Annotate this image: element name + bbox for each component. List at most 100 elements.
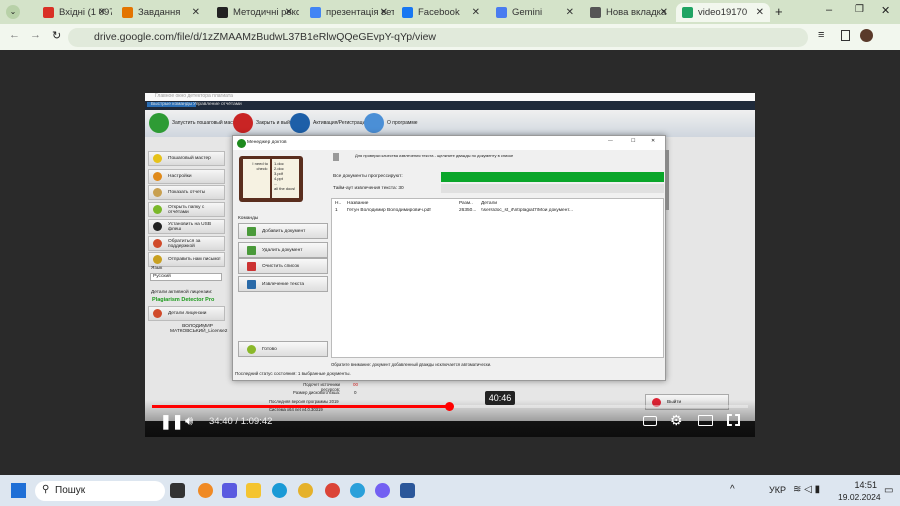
minimize-button[interactable]: –: [826, 4, 832, 16]
app-title: Главное окно детектора плагиата: [145, 93, 755, 101]
sidebar-button[interactable]: Открыть папку с отчётами: [148, 202, 225, 217]
start-icon[interactable]: [11, 483, 26, 498]
browser-tab[interactable]: Методичні реко ✕: [211, 3, 299, 22]
word-icon[interactable]: [400, 483, 415, 498]
fullscreen-icon[interactable]: [727, 414, 740, 426]
tab-close-icon[interactable]: ✕: [192, 7, 200, 18]
document-list[interactable]: Н.. Название Разм.. Детали 1 Гетун Володимир…: [331, 198, 664, 358]
column-header[interactable]: Н..: [332, 201, 344, 206]
chrome-icon[interactable]: [298, 483, 313, 498]
close-exit-button[interactable]: Закрыть и выйти: [233, 113, 295, 133]
command-button[interactable]: Очистить список: [238, 258, 328, 274]
profile-avatar[interactable]: [860, 29, 873, 42]
browser-tab[interactable]: Нова вкладка ✕: [584, 3, 674, 22]
tab-list-button[interactable]: ⌄: [6, 5, 20, 19]
dialog-title: Менеджер доктов: [247, 140, 287, 145]
table-row[interactable]: 1 Гетун Володимир Володимирович.pdf 26350.…: [332, 208, 663, 213]
browser-tab[interactable]: Gemini ✕: [490, 3, 580, 22]
tray-chevron-icon[interactable]: ^: [730, 484, 735, 495]
volume-icon[interactable]: 🔊︎: [185, 413, 193, 429]
table-cell: \\sers\doc_st_if\nt\plagiat7\Мои докумен…: [481, 208, 574, 213]
app-icon-1[interactable]: [198, 483, 213, 498]
browser-tab[interactable]: Facebook ✕: [396, 3, 486, 22]
edge-icon[interactable]: [272, 483, 287, 498]
clock-time[interactable]: 14:51: [843, 480, 877, 490]
language-label: Язык: [151, 266, 163, 271]
command-button[interactable]: Извлечение текста: [238, 276, 328, 292]
dialog-maximize[interactable]: ☐: [631, 139, 635, 144]
menu-quick-commands[interactable]: Быстрые команды: [147, 102, 196, 107]
seek-tooltip: 40:46: [485, 391, 515, 405]
start-icon: [149, 113, 169, 133]
column-header[interactable]: Разм..: [456, 201, 478, 206]
cache-label: Размер дискового кэша:: [293, 390, 340, 395]
viber-icon[interactable]: [375, 483, 390, 498]
wifi-volume-battery-icons[interactable]: ≋ ◁ ▮: [793, 484, 820, 495]
command-button[interactable]: Добавить документ: [238, 223, 328, 239]
dialog-minimize[interactable]: —: [608, 139, 613, 144]
back-icon[interactable]: ←: [9, 29, 20, 41]
status-bar: Последний статус состояния: 1 выбранные …: [235, 371, 351, 376]
license-details-button[interactable]: Детали лицензии: [148, 306, 225, 321]
close-window-button[interactable]: ✕: [881, 4, 890, 17]
tab-close-icon[interactable]: ✕: [660, 7, 668, 18]
tab-close-icon[interactable]: ✕: [98, 7, 106, 18]
miniplayer-icon[interactable]: [698, 415, 713, 426]
seek-handle[interactable]: [444, 402, 454, 411]
forward-icon[interactable]: →: [30, 29, 41, 41]
sidebar-button[interactable]: Обратиться за поддержкой: [148, 236, 225, 251]
tab-favicon-icon: [402, 7, 413, 18]
sidebar-button[interactable]: Установить на USB флеш: [148, 219, 225, 234]
pause-icon[interactable]: ❚❚: [160, 413, 183, 430]
telegram-icon[interactable]: [350, 483, 365, 498]
address-bar[interactable]: drive.google.com/file/d/1zZMAAMzBudwL37B…: [68, 28, 808, 47]
teams-icon[interactable]: [222, 483, 237, 498]
notifications-icon[interactable]: ▭: [884, 485, 893, 496]
browser-tab[interactable]: video19170 ✕: [676, 3, 770, 22]
media-controls-icon[interactable]: ≡: [818, 29, 824, 41]
column-header[interactable]: Название: [344, 201, 456, 206]
chrome-profile-icon[interactable]: [325, 483, 340, 498]
browser-tab[interactable]: презентація вет ✕: [304, 3, 394, 22]
video-player[interactable]: Главное окно детектора плагиата Быстрые …: [145, 93, 755, 437]
browser-tab[interactable]: Вхідні (1 097) - і✕: [37, 3, 112, 22]
reload-icon[interactable]: ↻: [52, 29, 61, 42]
tab-close-icon[interactable]: ✕: [756, 7, 764, 18]
tab-favicon-icon: [590, 7, 601, 18]
about-button[interactable]: О программе: [364, 113, 418, 133]
menu-reports[interactable]: Управление отчётами: [193, 102, 242, 107]
book-line: all the docs!: [274, 186, 296, 191]
sidebar-button[interactable]: Настройки: [148, 169, 225, 184]
search-box[interactable]: ⚲ Пошук: [35, 481, 165, 501]
subtitles-icon[interactable]: [643, 416, 657, 426]
side-panel-icon[interactable]: [841, 30, 850, 41]
settings-icon[interactable]: ⚙: [670, 412, 683, 429]
sidebar-icon: [153, 222, 162, 231]
activation-button[interactable]: Активация/Регистрация: [290, 113, 368, 133]
new-tab-button[interactable]: +: [775, 4, 783, 19]
sidebar-icon: [153, 172, 162, 181]
sidebar-button[interactable]: Пошаговый мастер: [148, 151, 225, 166]
stop-icon: [233, 113, 253, 133]
sidebar-button[interactable]: Показать отчеты: [148, 185, 225, 200]
file-explorer-icon[interactable]: [246, 483, 261, 498]
command-button[interactable]: Удалить документ: [238, 242, 328, 258]
restore-button[interactable]: ❐: [855, 4, 864, 15]
start-wizard-button[interactable]: Запустить пошаговый мастер: [149, 113, 241, 133]
ready-button[interactable]: Готово: [238, 341, 328, 357]
clock-date[interactable]: 19.02.2024: [838, 492, 881, 502]
table-cell: 1: [335, 208, 338, 213]
language-select[interactable]: Русский: [150, 273, 222, 281]
scrollbar[interactable]: [665, 150, 669, 210]
task-view-icon[interactable]: [170, 483, 185, 498]
command-icon: [247, 279, 256, 289]
tab-close-icon[interactable]: ✕: [566, 7, 574, 18]
sidebar-button[interactable]: Отправить нам письмо!: [148, 252, 225, 267]
dialog-close[interactable]: ✕: [651, 139, 655, 144]
browser-tab[interactable]: Завдання ✕: [116, 3, 206, 22]
language-indicator[interactable]: УКР: [769, 485, 786, 495]
tab-close-icon[interactable]: ✕: [380, 7, 388, 18]
tab-close-icon[interactable]: ✕: [472, 7, 480, 18]
column-header[interactable]: Детали: [478, 201, 588, 206]
tab-close-icon[interactable]: ✕: [285, 7, 293, 18]
